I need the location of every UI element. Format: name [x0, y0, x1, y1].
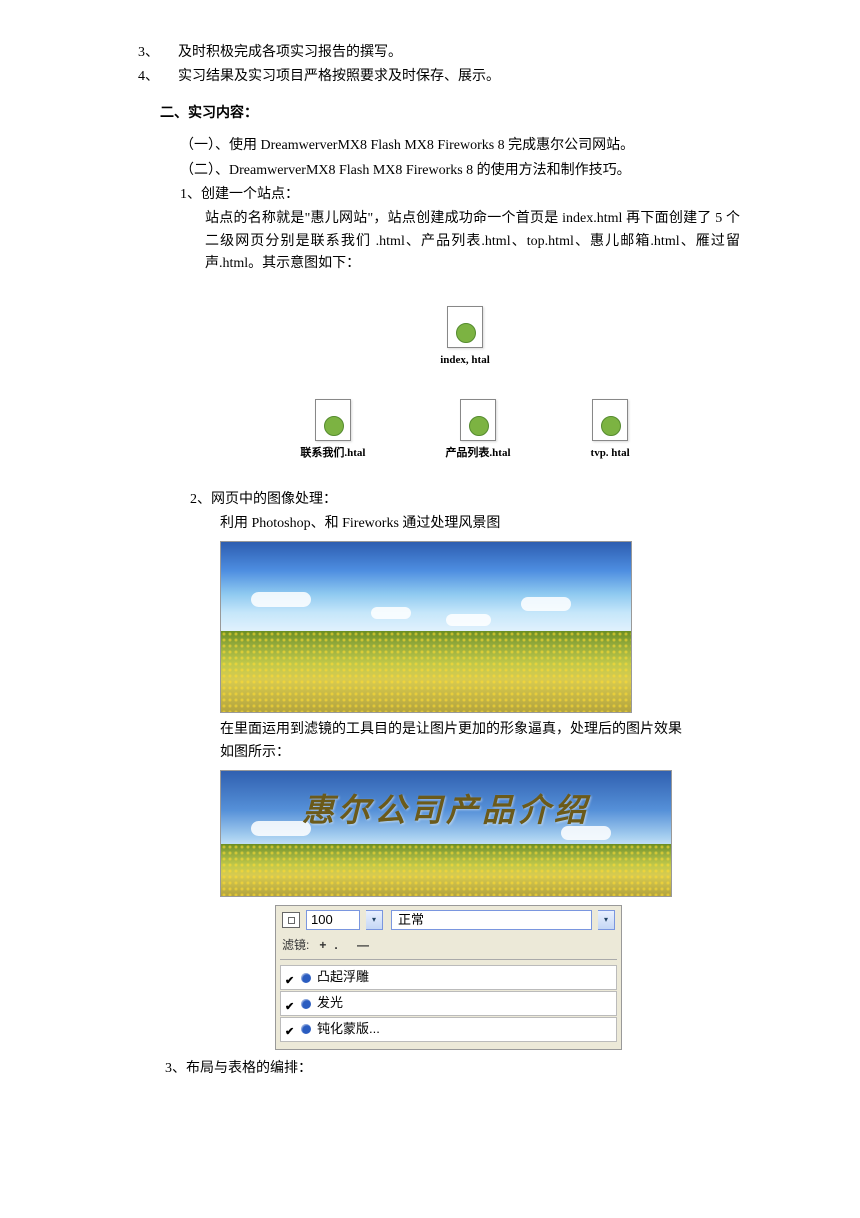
filter-row-label: 滤镜: +. — — [276, 934, 621, 957]
section-heading: 二、实习内容： — [160, 103, 800, 125]
opacity-value[interactable]: 100 — [306, 910, 360, 930]
dropdown-icon[interactable]: ▾ — [598, 910, 615, 930]
check-icon: ✔ — [285, 1024, 295, 1034]
filter-item-label: 凸起浮雕 — [317, 967, 369, 988]
dreamweaver-file-icon — [592, 399, 628, 441]
list-text: 实习结果及实习项目严格按照要求及时保存、展示。 — [178, 66, 500, 88]
dreamweaver-file-icon — [460, 399, 496, 441]
list-text: 及时积极完成各项实习报告的撰写。 — [178, 42, 402, 64]
dw-circle-icon — [324, 416, 344, 436]
banner-image: 惠尔公司产品介绍 — [220, 770, 672, 897]
filter-list: ✔ 凸起浮雕 ✔ 发光 ✔ 钝化蒙版... — [276, 962, 621, 1048]
subitem-s1-title: 1、创建一个站点： — [60, 184, 800, 206]
subitem-s3-title: 3、布局与表格的编排： — [60, 1058, 800, 1080]
file-label: index, htal — [440, 352, 490, 370]
icon-row-single: index, htal — [60, 306, 800, 370]
subitem-one: （一）、使用 DreamwerverMX8 Flash MX8 Firework… — [60, 135, 800, 157]
sky-region — [221, 542, 631, 636]
dot-icon — [301, 1024, 311, 1034]
cloud-icon — [521, 597, 571, 611]
landscape-image — [220, 541, 632, 713]
filter-item-emboss[interactable]: ✔ 凸起浮雕 — [280, 965, 617, 990]
divider — [280, 959, 617, 960]
subitem-two: （二）、DreamwerverMX8 Flash MX8 Fireworks 8… — [60, 160, 800, 182]
dot-icon — [301, 973, 311, 983]
list-item-3: 3、 及时积极完成各项实习报告的撰写。 — [60, 42, 800, 64]
dw-circle-icon — [469, 416, 489, 436]
subitem-s2-body: 利用 Photoshop、和 Fireworks 通过处理风景图 — [60, 513, 800, 535]
filter-item-unsharp[interactable]: ✔ 钝化蒙版... — [280, 1017, 617, 1042]
filter-item-label: 钝化蒙版... — [317, 1019, 380, 1040]
field-texture — [221, 844, 671, 897]
dreamweaver-file-icon — [315, 399, 351, 441]
blend-mode-select[interactable]: 正常 — [391, 910, 592, 930]
icon-row-three: 联系我们.htal 产品列表.htal tvp. htal — [60, 399, 800, 463]
filter-panel: 100 ▾ 正常 ▾ 滤镜: +. — ✔ 凸起浮雕 ✔ 发光 ✔ 钝化蒙版..… — [275, 905, 622, 1050]
filter-item-glow[interactable]: ✔ 发光 — [280, 991, 617, 1016]
dropdown-icon[interactable]: ▾ — [366, 910, 383, 930]
list-item-4: 4、 实习结果及实习项目严格按照要求及时保存、展示。 — [60, 66, 800, 88]
intro-list: 3、 及时积极完成各项实习报告的撰写。 4、 实习结果及实习项目严格按照要求及时… — [60, 42, 800, 89]
filter-label: 滤镜: — [282, 936, 309, 955]
banner-text: 惠尔公司产品介绍 — [221, 785, 671, 836]
dreamweaver-file-icon — [447, 306, 483, 348]
subitem-s1-body: 站点的名称就是"惠儿网站"，站点创建成功命一个首页是 index.html 再下… — [60, 208, 800, 275]
check-icon: ✔ — [285, 973, 295, 983]
check-icon: ✔ — [285, 999, 295, 1009]
cloud-icon — [251, 592, 311, 607]
box-icon[interactable] — [282, 912, 300, 928]
plus-minus-controls[interactable]: +. — — [319, 936, 377, 955]
file-icon-products: 产品列表.htal — [445, 399, 510, 463]
subitem-s2-mid: 在里面运用到滤镜的工具目的是让图片更加的形象逼真，处理后的图片效果如图所示： — [60, 719, 800, 764]
cloud-icon — [446, 614, 491, 626]
dw-circle-icon — [601, 416, 621, 436]
file-label: 产品列表.htal — [445, 445, 510, 463]
dot-icon — [301, 999, 311, 1009]
file-icon-tvp: tvp. htal — [591, 399, 630, 463]
field-texture — [221, 631, 631, 713]
dw-circle-icon — [456, 323, 476, 343]
cloud-icon — [371, 607, 411, 619]
list-number: 3、 — [138, 42, 178, 64]
filter-item-label: 发光 — [317, 993, 343, 1014]
file-label: tvp. htal — [591, 445, 630, 463]
file-icon-index: index, htal — [440, 306, 490, 370]
file-icon-contact: 联系我们.htal — [300, 399, 365, 463]
filter-row-top: 100 ▾ 正常 ▾ — [276, 906, 621, 934]
subitem-s2-title: 2、网页中的图像处理： — [60, 489, 800, 511]
list-number: 4、 — [138, 66, 178, 88]
file-label: 联系我们.htal — [300, 445, 365, 463]
